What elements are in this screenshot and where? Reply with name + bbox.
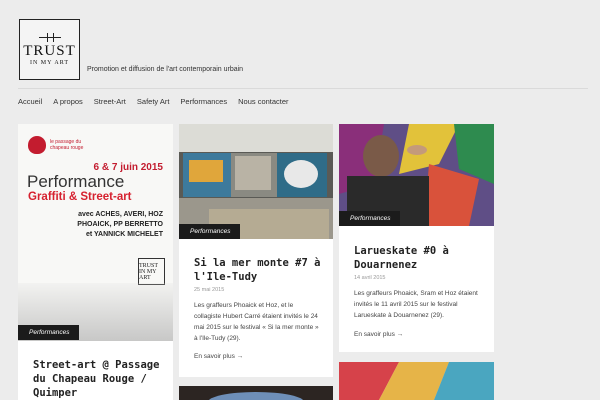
post-image[interactable] bbox=[179, 124, 333, 239]
post-title[interactable]: Street-art @ Passage du Chapeau Rouge / … bbox=[33, 358, 161, 400]
nav-item-street-art[interactable]: Street-Art bbox=[94, 97, 126, 106]
read-more-link[interactable]: En savoir plus → bbox=[194, 353, 243, 360]
post-date: 25 mai 2015 bbox=[194, 287, 225, 293]
post-card-preview[interactable] bbox=[339, 362, 494, 400]
logo-subtitle: IN MY ART bbox=[29, 60, 70, 66]
poster-headline: Performance bbox=[27, 172, 125, 191]
nav-item-contact[interactable]: Nous contacter bbox=[238, 97, 288, 106]
nav-item-performances[interactable]: Performances bbox=[180, 97, 227, 106]
post-image bbox=[339, 362, 494, 400]
post-card-preview[interactable] bbox=[179, 386, 333, 400]
category-badge[interactable]: Performances bbox=[179, 224, 241, 239]
site-tagline: Promotion et diffusion de l'art contempo… bbox=[87, 66, 244, 73]
post-image bbox=[179, 386, 333, 400]
category-badge[interactable]: Performances bbox=[18, 325, 80, 340]
post-title[interactable]: Larueskate #0 à Douarnenez bbox=[354, 244, 482, 272]
post-card: Performances Larueskate #0 à Douarnenez … bbox=[339, 124, 494, 352]
poster-venue: le passage du chapeau rouge bbox=[28, 136, 98, 154]
site-logo[interactable]: TRUST IN MY ART bbox=[19, 19, 80, 80]
poster-artists: avec ACHES, AVERI, HOZ PHOAICK, PP BERRE… bbox=[77, 211, 163, 238]
main-nav: Accueil A propos Street-Art Safety Art P… bbox=[18, 97, 300, 106]
post-image[interactable]: le passage du chapeau rouge 6 & 7 juin 2… bbox=[18, 124, 173, 341]
post-excerpt: Les graffeurs Phoaick, Sram et Hoz étaie… bbox=[354, 290, 478, 319]
category-badge[interactable]: Performances bbox=[339, 211, 401, 226]
graffiti-wall-photo bbox=[179, 124, 333, 239]
logo-title: TRUST bbox=[23, 43, 76, 59]
post-excerpt: Les graffeurs Phoaick et Hoz, et le coll… bbox=[194, 302, 319, 342]
post-card: le passage du chapeau rouge 6 & 7 juin 2… bbox=[18, 124, 173, 400]
post-card: Performances Si la mer monte #7 à l'Ile-… bbox=[179, 124, 333, 377]
poster-logo: TRUST IN MY ART bbox=[138, 258, 165, 285]
post-title[interactable]: Si la mer monte #7 à l'Ile-Tudy bbox=[194, 256, 324, 284]
logo-mark-icon bbox=[38, 33, 61, 42]
flower-icon bbox=[28, 136, 46, 154]
read-more-link[interactable]: En savoir plus → bbox=[354, 331, 403, 338]
nav-item-a-propos[interactable]: A propos bbox=[53, 97, 83, 106]
poster-subhead: Graffiti & Street-art bbox=[28, 191, 132, 203]
post-date: 14 avril 2015 bbox=[354, 275, 386, 281]
nav-item-accueil[interactable]: Accueil bbox=[18, 97, 42, 106]
nav-item-safety-art[interactable]: Safety Art bbox=[137, 97, 170, 106]
site-header: TRUST IN MY ART Promotion et diffusion d… bbox=[0, 0, 600, 106]
header-divider bbox=[18, 88, 588, 89]
